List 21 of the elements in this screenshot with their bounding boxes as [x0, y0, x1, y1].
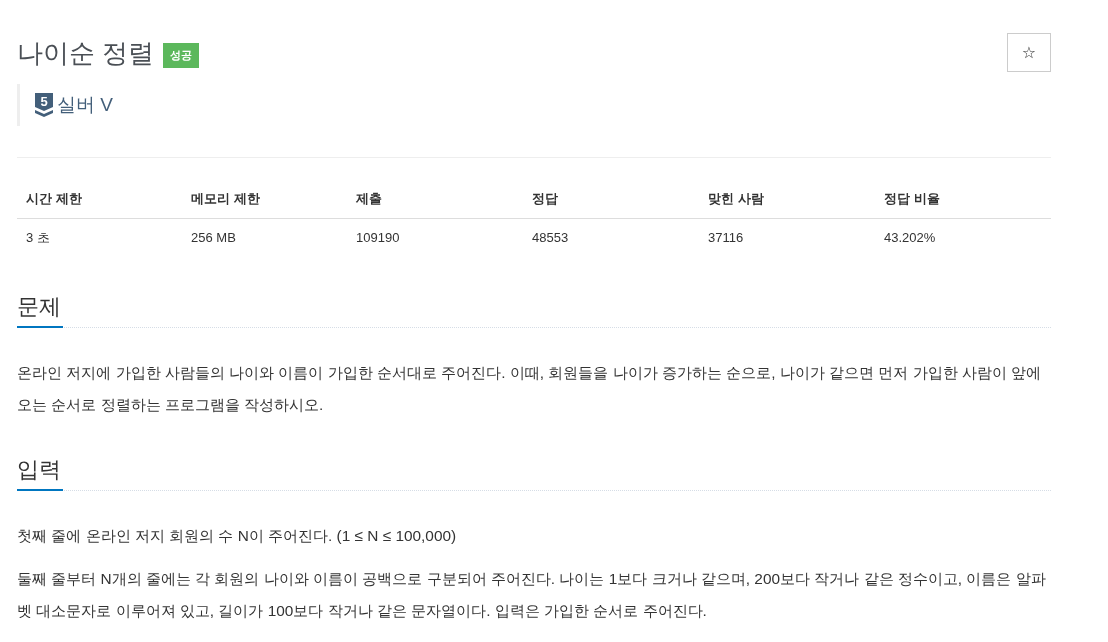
column-header: 메모리 제한	[182, 180, 347, 219]
column-header: 시간 제한	[17, 180, 182, 219]
table-cell: 3 초	[17, 218, 182, 256]
section-heading: 입력	[17, 455, 63, 491]
table-cell: 109190	[347, 218, 523, 256]
column-header: 정답 비율	[875, 180, 1051, 219]
paragraph: 첫째 줄에 온라인 저지 회원의 수 N이 주어진다. (1 ≤ N ≤ 100,000)	[17, 526, 458, 546]
table-cell: 48553	[523, 218, 699, 256]
result-label: 성공	[163, 43, 200, 68]
star-button[interactable]: ☆	[1007, 33, 1051, 72]
paragraph: 온라인 저지에 가입한 사람들의 나이와 이름이 가입한 순서대로 주어진다. 이때, 회원들을 나이가 증가하는 순으로, 나이가 같으면 먼저 가입한 사람이 앞에 오는 순서로 정렬하는 프로그램을 작성하시오.	[17, 363, 1043, 415]
problem-title: 나이순 정렬	[17, 37, 155, 70]
column-header: 정답	[523, 180, 699, 219]
paragraph: 둘째 줄부터 N개의 줄에는 각 회원의 나이와 이름이 공백으로 구분되어 주어진다. 나이는 1보다 크거나 같으며, 200보다 작거나 같은 정수이고, 이름은 알파벳 대소문자로 이루어져 있고, 길이가 100보다 작거나 같은 문자열이다. 입력은 가입한 순서로 주어진다.	[17, 569, 1047, 621]
table-cell: 256 MB	[182, 218, 347, 256]
tier-label: 실버 V	[57, 93, 113, 117]
table-cell: 43.202%	[875, 218, 1051, 256]
column-header: 제출	[347, 180, 523, 219]
column-header: 맞힌 사람	[699, 180, 875, 219]
section-heading: 문제	[17, 292, 63, 328]
table-cell: 37116	[699, 218, 875, 256]
